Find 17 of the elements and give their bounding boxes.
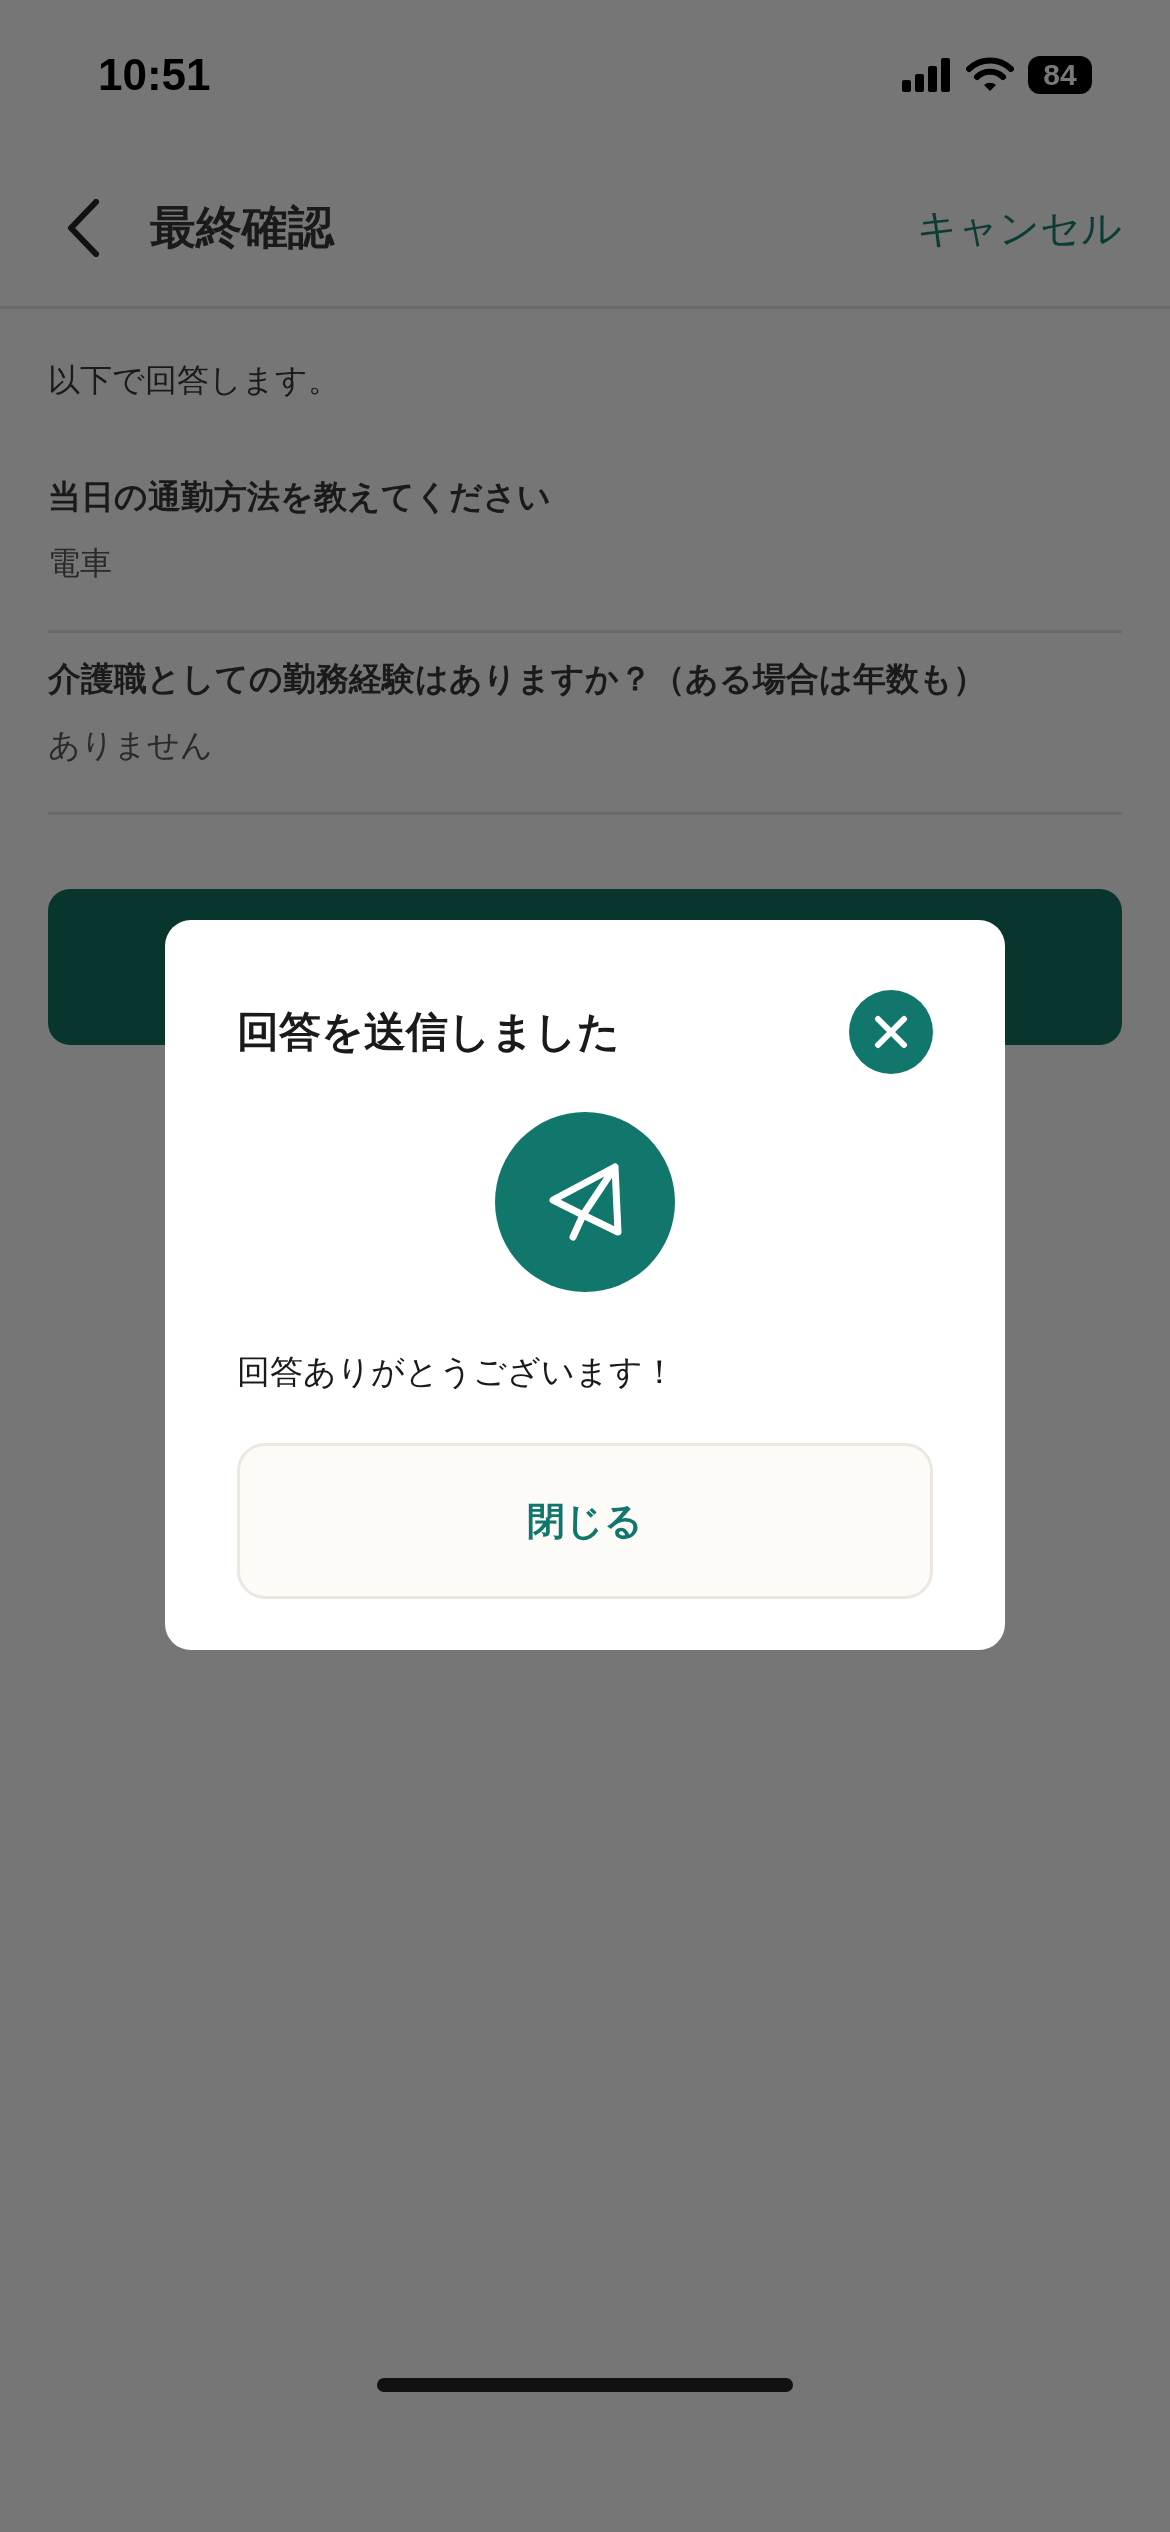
back-icon[interactable]	[66, 199, 100, 257]
close-button[interactable]: 閉じる	[237, 1443, 933, 1599]
cancel-link[interactable]: キャンセル	[917, 200, 1122, 256]
dialog-title: 回答を送信しました	[237, 1006, 620, 1058]
wifi-icon	[966, 57, 1014, 93]
question-text: 介護職としての勤務経験はありますか？（ある場合は年数も）	[48, 658, 987, 700]
answer-text: ありません	[48, 725, 214, 766]
signal-icon	[902, 58, 952, 92]
battery-icon: 84	[1028, 56, 1092, 94]
status-time: 10:51	[98, 50, 211, 100]
question-text: 当日の通勤方法を教えてください	[48, 476, 552, 518]
dialog-message: 回答ありがとうございます！	[237, 1351, 677, 1393]
answer-text: 電車	[48, 543, 113, 584]
intro-text: 以下で回答します。	[48, 360, 341, 401]
close-icon[interactable]	[849, 990, 933, 1074]
screen-title: 最終確認	[150, 199, 336, 256]
paper-plane-icon	[495, 1112, 675, 1292]
